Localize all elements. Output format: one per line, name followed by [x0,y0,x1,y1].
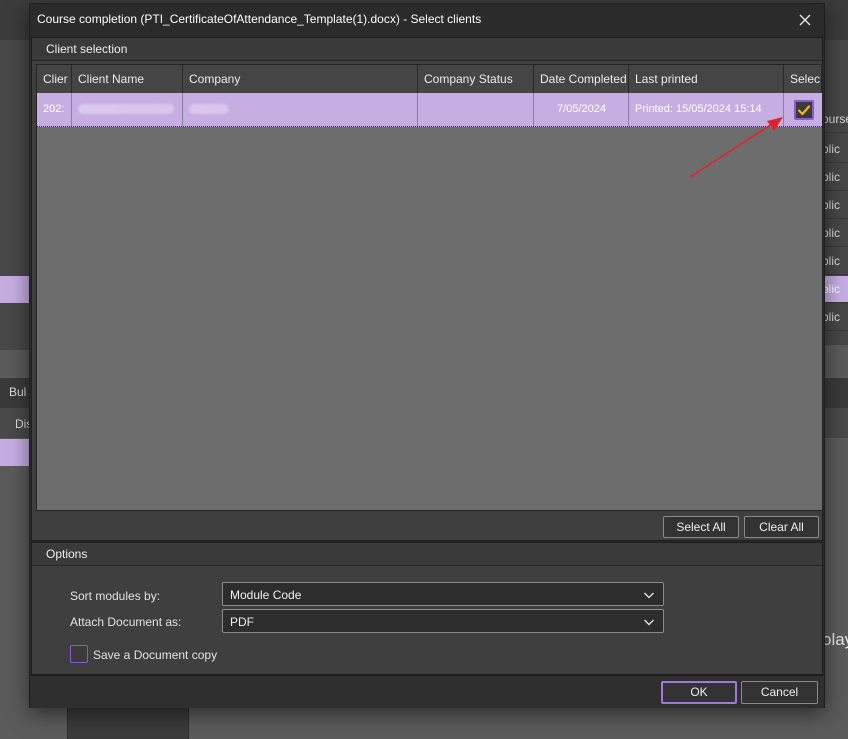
clear-all-button[interactable]: Clear All [744,516,819,538]
company-status-cell [418,93,534,126]
client-id-cell: 202: [37,93,72,126]
last-printed-cell: Printed: 15/05/2024 15:14 [629,93,784,126]
client-name-cell [72,93,183,126]
background-selected-row-left [0,276,30,303]
column-header-last-printed[interactable]: Last printed [629,65,784,93]
sort-modules-dropdown[interactable]: Module Code [222,582,664,606]
attach-document-label: Attach Document as: [70,615,182,629]
close-icon [799,14,811,26]
attach-document-value: PDF [230,615,254,629]
column-header-company[interactable]: Company [183,65,418,93]
ok-button[interactable]: OK [661,681,737,704]
redacted-company [189,104,229,115]
save-document-copy-checkbox[interactable] [70,645,88,663]
client-selection-title: Client selection [46,42,128,56]
background-selected-row-lower [0,439,30,466]
attach-document-dropdown[interactable]: PDF [222,609,664,633]
client-selection-header: Client selection [32,38,822,61]
sort-modules-label: Sort modules by: [70,589,161,603]
checkmark-icon [797,105,811,116]
sort-modules-value: Module Code [230,588,302,602]
background-display-text: olay [822,630,848,649]
background-bulk-button[interactable]: Bul [9,385,26,399]
column-header-company-status[interactable]: Company Status [418,65,534,93]
select-clients-dialog: Course completion (PTI_CertificateOfAtte… [29,3,825,708]
select-all-button[interactable]: Select All [663,516,739,538]
client-grid: Clier Client Name Company Company Status… [36,64,823,511]
save-document-copy-label[interactable]: Save a Document copy [93,648,217,662]
company-cell [183,93,418,126]
dialog-title: Course completion (PTI_CertificateOfAtte… [37,12,482,26]
close-button[interactable] [794,9,816,31]
chevron-down-icon [644,619,654,626]
select-client-checkbox[interactable] [794,100,814,120]
column-header-date-completed[interactable]: Date Completed [534,65,629,93]
client-row[interactable]: 202: 7/05/2024 Printed: 15/05/2024 15:14 [37,93,822,127]
chevron-down-icon [644,592,654,599]
client-grid-header: Clier Client Name Company Company Status… [37,65,822,94]
options-title: Options [46,547,88,561]
dialog-titlebar: Course completion (PTI_CertificateOfAtte… [30,4,824,35]
options-group: Options Sort modules by: Module Code Att… [31,542,823,675]
background-left-panel [0,40,30,350]
column-header-client-id[interactable]: Clier [37,65,72,93]
client-selection-group: Client selection Clier Client Name Compa… [31,37,823,541]
column-header-select[interactable]: Selec [784,65,822,93]
column-header-client-name[interactable]: Client Name [72,65,183,93]
date-completed-cell: 7/05/2024 [534,93,629,126]
options-header: Options [32,543,822,566]
dialog-footer: OK Cancel [30,675,824,708]
cancel-button[interactable]: Cancel [741,681,818,704]
redacted-client-name [78,104,174,115]
